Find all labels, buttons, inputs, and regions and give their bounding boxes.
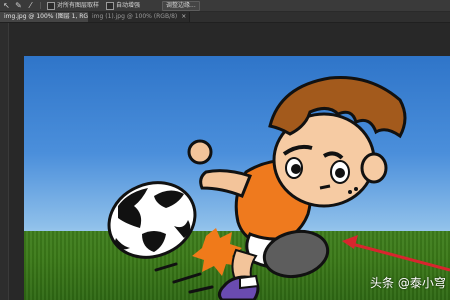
tab-document-2[interactable]: img (1).jpg @ 100% (RGB/8) × [88,12,191,22]
options-separator [40,2,41,9]
tab-label: img (1).jpg @ 100% (RGB/8) [92,13,178,20]
close-icon[interactable]: × [181,12,186,22]
document-tab-bar: img.jpg @ 100% (图层 1, RGB/8) × img (1).j… [0,12,450,23]
refine-edge-button[interactable]: 调整边缘... [162,1,200,11]
arm [199,169,252,198]
document-canvas[interactable] [24,56,450,300]
brush-icon[interactable]: ✎ [14,1,23,10]
auto-enhance-checkbox[interactable] [106,2,114,10]
move-icon[interactable]: ↖ [2,1,11,10]
sample-all-layers-checkbox[interactable] [47,2,55,10]
sample-all-layers-label: 对所有图层取样 [57,2,100,9]
soccer-boy-illustration [107,75,450,300]
auto-enhance-label: 自动增强 [116,2,141,9]
eyedropper-icon[interactable]: ⁄ [26,1,35,10]
ruler [8,23,9,300]
options-bar: ↖ ✎ ⁄ 对所有图层取样 自动增强 调整边缘... [0,0,450,12]
tools-panel [0,23,8,300]
watermark: 头条 @泰小穹 [370,276,446,290]
head [268,75,407,208]
red-arrow-annotation [342,235,450,272]
fist [187,139,213,165]
tab-label: img.jpg @ 100% (图层 1, RGB/8) [4,13,101,20]
soccer-ball [107,181,197,259]
